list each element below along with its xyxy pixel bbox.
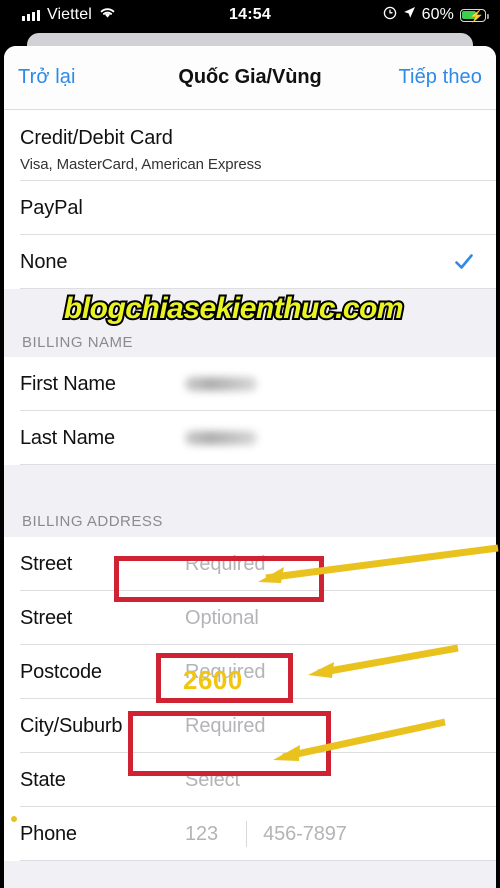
state-row[interactable]: State Select [4, 753, 496, 807]
bottom-section-gap [4, 861, 496, 888]
navigation-bar: Trở lại Quốc Gia/Vùng Tiếp theo [4, 46, 496, 110]
battery-charging-icon: ⚡ [460, 8, 489, 22]
payment-option-title: None [20, 250, 68, 273]
phone-screen: Viettel 14:54 60% ⚡ Trở lại Quốc Gia/Vùn… [0, 0, 500, 888]
status-bar: Viettel 14:54 60% ⚡ [0, 0, 500, 30]
state-label: State [20, 768, 66, 791]
payment-option-title: PayPal [20, 196, 83, 219]
street-required-input[interactable]: Required [185, 553, 265, 576]
street-optional-row[interactable]: Street Optional [4, 591, 496, 645]
street-label: Street [20, 606, 73, 629]
postcode-row[interactable]: Postcode Required [4, 645, 496, 699]
phone-fields: 123 456-7897 [185, 821, 347, 847]
orientation-lock-icon [383, 6, 397, 25]
street-label: Street [20, 552, 73, 575]
phone-row[interactable]: Phone 123 456-7897 [4, 807, 496, 861]
payment-option-title: Credit/Debit Card [20, 127, 173, 149]
next-button[interactable]: Tiếp theo [398, 66, 482, 89]
phone-area-code-input[interactable]: 123 [185, 823, 218, 846]
payment-option-paypal[interactable]: PayPal [4, 181, 496, 235]
location-arrow-icon [403, 6, 416, 24]
status-bar-right: 60% ⚡ [383, 0, 489, 30]
postcode-label: Postcode [20, 660, 102, 683]
phone-field-divider [246, 821, 248, 847]
first-name-label: First Name [20, 372, 116, 395]
modal-sheet: Trở lại Quốc Gia/Vùng Tiếp theo Credit/D… [4, 46, 496, 888]
last-name-row[interactable]: Last Name [4, 411, 496, 465]
city-suburb-input[interactable]: Required [185, 715, 265, 738]
battery-percent-label: 60% [421, 6, 454, 23]
state-select[interactable]: Select [185, 769, 240, 792]
last-name-value[interactable] [185, 431, 257, 445]
city-suburb-row[interactable]: City/Suburb Required [4, 699, 496, 753]
city-suburb-label: City/Suburb [20, 714, 123, 737]
payment-option-credit-card[interactable]: Credit/Debit Card Visa, MasterCard, Amer… [4, 110, 496, 181]
first-name-value[interactable] [185, 377, 257, 391]
clock-label: 14:54 [229, 6, 271, 23]
payment-option-subtitle: Visa, MasterCard, American Express [20, 156, 262, 173]
payment-method-list: Credit/Debit Card Visa, MasterCard, Amer… [4, 110, 496, 289]
postcode-input[interactable]: Required [185, 661, 265, 684]
payment-option-none[interactable]: None [4, 235, 496, 289]
first-name-row[interactable]: First Name [4, 357, 496, 411]
billing-name-list: First Name Last Name [4, 357, 496, 465]
street-optional-input[interactable]: Optional [185, 607, 259, 630]
last-name-label: Last Name [20, 426, 115, 449]
watermark-label: blogchiasekienthuc.com [62, 290, 406, 327]
billing-address-list: Street Required Street Optional Postcode… [4, 537, 496, 861]
phone-label: Phone [20, 822, 77, 845]
street-required-row[interactable]: Street Required [4, 537, 496, 591]
checkmark-icon [454, 252, 474, 272]
phone-number-input[interactable]: 456-7897 [263, 823, 347, 846]
section-header-billing-address: BILLING ADDRESS [4, 465, 496, 537]
